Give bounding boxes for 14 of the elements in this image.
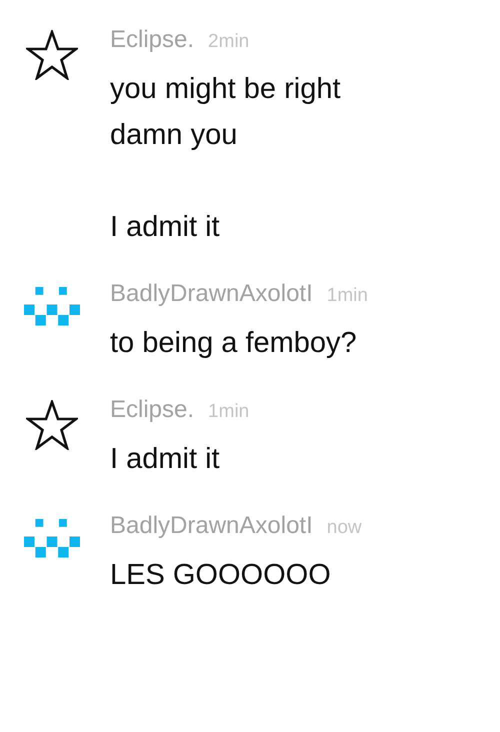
star-icon (26, 30, 78, 80)
message-text: you might be right damn you I admit it (110, 72, 341, 245)
message-text: LES GOOOOOO (110, 558, 332, 593)
timestamp: now (326, 517, 362, 539)
author-name[interactable]: Eclipse. (110, 396, 194, 424)
author-name[interactable]: BadlyDrawnAxolotI (110, 280, 313, 308)
timestamp: 2min (208, 31, 250, 53)
timestamp: 1min (208, 401, 250, 423)
author-name[interactable]: BadlyDrawnAxolotI (110, 512, 313, 540)
timestamp: 1min (326, 285, 368, 307)
message-text: I admit it (110, 442, 221, 477)
author-name[interactable]: Eclipse. (110, 26, 194, 54)
message-text: to being a femboy? (110, 326, 358, 361)
star-icon (26, 400, 78, 450)
